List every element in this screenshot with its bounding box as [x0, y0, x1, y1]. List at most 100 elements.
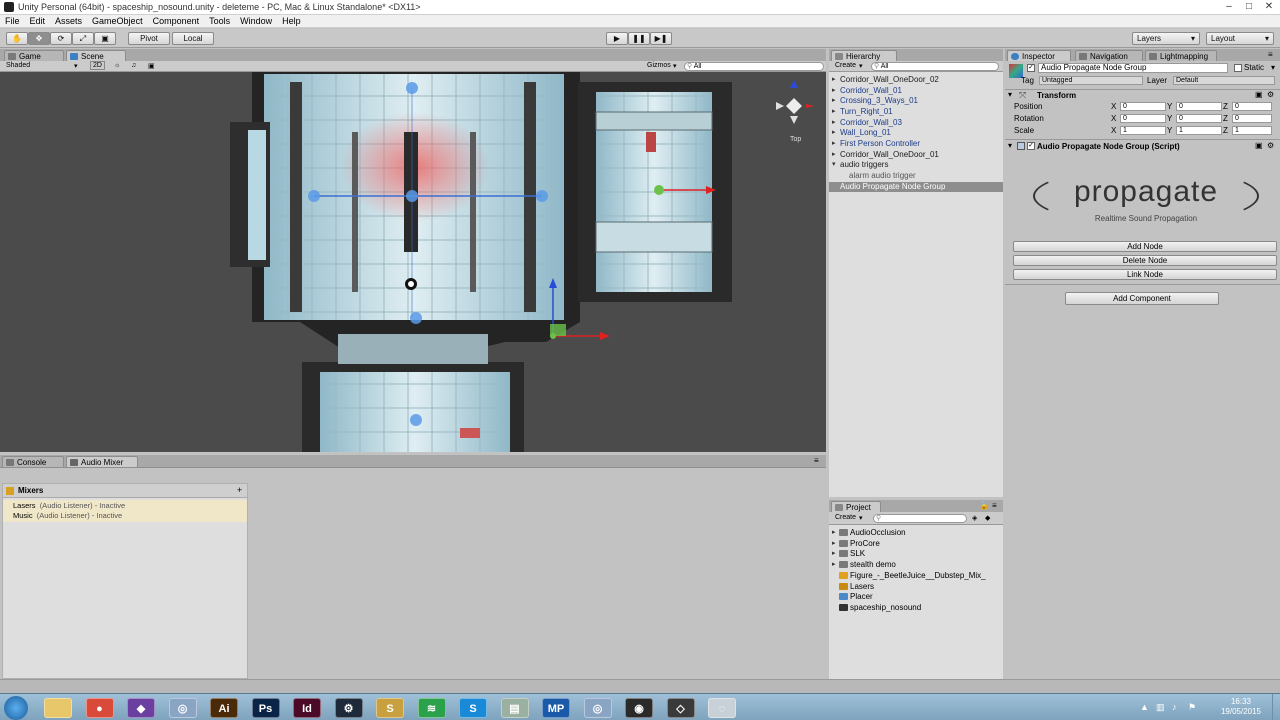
tab-scene[interactable]: Scene [66, 50, 126, 61]
taskbar-app-app-icon[interactable]: ◎ [583, 698, 612, 718]
transform-x-field[interactable]: 0 [1120, 102, 1166, 111]
flag-icon[interactable]: ⚑ [1188, 702, 1196, 713]
chevron-right-icon[interactable]: ▸ [832, 86, 836, 96]
hierarchy-item[interactable]: ▾ audio triggers [829, 160, 1003, 171]
menu-file[interactable]: File [0, 15, 25, 27]
add-mixer-button[interactable]: + [237, 485, 242, 495]
script-enabled-checkbox[interactable]: ✓ [1027, 142, 1035, 150]
chevron-right-icon[interactable]: ▸ [832, 107, 836, 117]
menu-help[interactable]: Help [277, 15, 306, 27]
add-component-button[interactable]: Add Component [1065, 292, 1219, 305]
add-node-button[interactable]: Add Node [1013, 241, 1277, 252]
hierarchy-item[interactable]: ▸ Crossing_3_Ways_01 [829, 96, 1003, 107]
panel-menu-icon[interactable]: ≡ [814, 456, 819, 465]
scene-viewport[interactable]: Top [0, 72, 826, 452]
project-item[interactable]: spaceship_nosound [829, 602, 1003, 613]
chevron-right-icon[interactable]: ▸ [832, 527, 836, 538]
chevron-right-icon[interactable]: ▸ [832, 96, 836, 106]
menu-window[interactable]: Window [235, 15, 277, 27]
chevron-right-icon[interactable]: ▸ [832, 559, 836, 570]
menu-gameobject[interactable]: GameObject [87, 15, 148, 27]
tab-inspector[interactable]: Inspector [1007, 50, 1071, 61]
volume-icon[interactable]: ♪ [1172, 702, 1177, 712]
layout-dropdown[interactable]: Layout ▾ [1206, 32, 1274, 45]
close-button[interactable]: ✕ [1260, 1, 1278, 13]
chevron-down-icon[interactable]: ▾ [1271, 63, 1275, 72]
settings-icon[interactable]: ⚙ [1267, 90, 1274, 99]
taskbar-app-indesign-icon[interactable]: Id [293, 698, 321, 718]
chevron-right-icon[interactable]: ▸ [832, 139, 836, 149]
menu-assets[interactable]: Assets [50, 15, 87, 27]
chevron-right-icon[interactable]: ▸ [832, 548, 836, 559]
link-node-button[interactable]: Link Node [1013, 269, 1277, 280]
audio-toggle-icon[interactable]: ♫ [131, 62, 136, 69]
hierarchy-item[interactable]: ▸ First Person Controller [829, 139, 1003, 150]
taskbar-app-app-icon[interactable]: S [376, 698, 404, 718]
tab-audio-mixer[interactable]: Audio Mixer [66, 456, 138, 467]
menu-tools[interactable]: Tools [204, 15, 235, 27]
filter-type-icon[interactable]: ◈ [972, 514, 977, 522]
transform-header[interactable]: ▾ ⤧ Transform ▣ ⚙ [1005, 89, 1280, 100]
filter-label-icon[interactable]: ◆ [985, 514, 990, 522]
help-icon[interactable]: ▣ [1255, 141, 1263, 150]
rotate-tool-icon[interactable]: ⟳ [50, 32, 72, 45]
2d-toggle[interactable]: 2D [90, 61, 105, 70]
project-item[interactable]: ▸ SLK [829, 548, 1003, 559]
help-icon[interactable]: ▣ [1255, 90, 1263, 99]
taskbar-app-spotify-icon[interactable]: ≋ [417, 698, 446, 718]
transform-x-field[interactable]: 1 [1120, 126, 1166, 135]
chevron-down-icon[interactable]: ▾ [832, 160, 836, 170]
chevron-right-icon[interactable]: ▸ [832, 128, 836, 138]
layer-dropdown[interactable]: Default [1173, 76, 1275, 85]
project-item[interactable]: Placer [829, 591, 1003, 602]
settings-icon[interactable]: ⚙ [1267, 141, 1274, 150]
project-item[interactable]: ▸ stealth demo [829, 559, 1003, 570]
show-desktop-button[interactable] [1272, 694, 1280, 720]
panel-menu-icon[interactable]: ≡ [1268, 50, 1273, 59]
taskbar-app-visual-studio-icon[interactable]: ◆ [127, 698, 155, 718]
hierarchy-item[interactable]: alarm audio trigger [829, 171, 1003, 182]
network-icon[interactable]: ▥ [1156, 702, 1165, 713]
minimize-button[interactable]: – [1220, 1, 1238, 13]
taskbar-app-explorer-icon[interactable] [44, 698, 72, 718]
transform-x-field[interactable]: 0 [1120, 114, 1166, 123]
active-checkbox[interactable]: ✓ [1027, 64, 1035, 72]
transform-y-field[interactable]: 0 [1176, 102, 1222, 111]
hierarchy-item[interactable]: ▸ Corridor_Wall_OneDoor_02 [829, 75, 1003, 86]
play-button[interactable]: ▶ [606, 32, 628, 45]
clock[interactable]: 16:33 19/05/2015 [1216, 697, 1266, 717]
project-item[interactable]: ▸ AudioOcclusion [829, 527, 1003, 538]
project-item[interactable]: Lasers [829, 581, 1003, 592]
tab-game[interactable]: Game [4, 50, 64, 61]
chevron-right-icon[interactable]: ▸ [832, 538, 836, 549]
rect-tool-icon[interactable]: ▣ [94, 32, 116, 45]
local-toggle[interactable]: Local [172, 32, 214, 45]
chevron-right-icon[interactable]: ▸ [832, 118, 836, 128]
scale-tool-icon[interactable]: ⤢ [72, 32, 94, 45]
hierarchy-item[interactable]: ▸ Wall_Long_01 [829, 128, 1003, 139]
taskbar-app-app-icon[interactable]: ◌ [708, 698, 736, 718]
hierarchy-item[interactable]: ▸ Turn_Right_01 [829, 107, 1003, 118]
tab-console[interactable]: Console [2, 456, 64, 467]
taskbar-app-skype-icon[interactable]: S [459, 698, 487, 718]
static-checkbox[interactable] [1234, 64, 1242, 72]
taskbar-app-unity-icon[interactable]: ◇ [666, 698, 695, 718]
layers-dropdown[interactable]: Layers ▾ [1132, 32, 1200, 45]
taskbar-app-chrome-icon[interactable]: ● [85, 698, 114, 718]
shading-mode-dropdown[interactable]: Shaded [6, 62, 30, 69]
mixer-item[interactable]: Music (Audio Listener) - Inactive [13, 511, 122, 520]
chevron-right-icon[interactable]: ▸ [832, 75, 836, 85]
effects-toggle-icon[interactable]: ▣ [148, 62, 155, 70]
tray-arrow-icon[interactable]: ▲ [1140, 702, 1149, 712]
transform-z-field[interactable]: 1 [1232, 126, 1272, 135]
taskbar-app-photoshop-icon[interactable]: Ps [251, 698, 280, 718]
taskbar-app-illustrator-icon[interactable]: Ai [210, 698, 238, 718]
scene-search-input[interactable]: ⚲ All [684, 62, 824, 71]
taskbar-app-app-icon[interactable]: ▤ [500, 698, 529, 718]
hand-tool-icon[interactable]: ✋ [6, 32, 28, 45]
pause-button[interactable]: ❚❚ [628, 32, 650, 45]
transform-z-field[interactable]: 0 [1232, 102, 1272, 111]
transform-z-field[interactable]: 0 [1232, 114, 1272, 123]
transform-y-field[interactable]: 1 [1176, 126, 1222, 135]
gizmos-dropdown[interactable]: Gizmos [647, 62, 671, 69]
